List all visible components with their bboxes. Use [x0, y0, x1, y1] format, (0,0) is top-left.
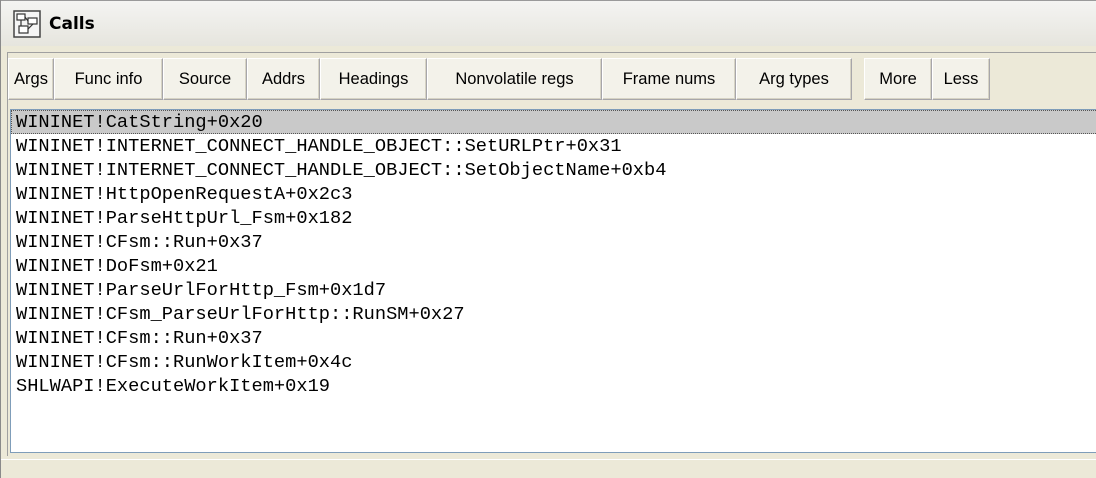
less-button[interactable]: Less — [932, 58, 990, 100]
call-stack-row[interactable]: WININET!CFsm::RunWorkItem+0x4c — [11, 350, 1096, 374]
call-stack-row[interactable]: WININET!CatString+0x20 — [11, 110, 1096, 134]
func-info-button[interactable]: Func info — [54, 58, 163, 100]
status-bar — [1, 459, 1096, 478]
call-stack-row[interactable]: WININET!ParseUrlForHttp_Fsm+0x1d7 — [11, 278, 1096, 302]
window-title: Calls — [49, 13, 95, 34]
call-stack-list[interactable]: WININET!CatString+0x20 WININET!INTERNET_C… — [10, 109, 1096, 453]
title-bar[interactable]: Calls — [1, 0, 1096, 46]
call-stack-row[interactable]: WININET!CFsm::Run+0x37 — [11, 230, 1096, 254]
addrs-button[interactable]: Addrs — [247, 58, 320, 100]
calls-window: Calls Args Func info Source Addrs Headin… — [0, 0, 1096, 478]
frame-nums-button[interactable]: Frame nums — [602, 58, 736, 100]
nonvolatile-regs-button[interactable]: Nonvolatile regs — [427, 58, 602, 100]
call-stack-row[interactable]: WININET!DoFsm+0x21 — [11, 254, 1096, 278]
call-stack-row[interactable]: SHLWAPI!ExecuteWorkItem+0x19 — [11, 374, 1096, 398]
calls-panel: Args Func info Source Addrs Headings Non… — [7, 52, 1096, 456]
more-button[interactable]: More — [864, 58, 932, 100]
arg-types-button[interactable]: Arg types — [736, 58, 852, 100]
call-stack-row[interactable]: WININET!CFsm_ParseUrlForHttp::RunSM+0x27 — [11, 302, 1096, 326]
call-stack-row[interactable]: WININET!HttpOpenRequestA+0x2c3 — [11, 182, 1096, 206]
source-button[interactable]: Source — [163, 58, 247, 100]
calls-toolbar: Args Func info Source Addrs Headings Non… — [8, 58, 990, 100]
args-button[interactable]: Args — [8, 58, 54, 100]
call-stack-row[interactable]: WININET!CFsm::Run+0x37 — [11, 326, 1096, 350]
call-stack-row[interactable]: WININET!INTERNET_CONNECT_HANDLE_OBJECT::… — [11, 158, 1096, 182]
headings-button[interactable]: Headings — [320, 58, 427, 100]
call-stack-row[interactable]: WININET!INTERNET_CONNECT_HANDLE_OBJECT::… — [11, 134, 1096, 158]
calls-window-icon — [13, 9, 41, 38]
call-stack-row[interactable]: WININET!ParseHttpUrl_Fsm+0x182 — [11, 206, 1096, 230]
